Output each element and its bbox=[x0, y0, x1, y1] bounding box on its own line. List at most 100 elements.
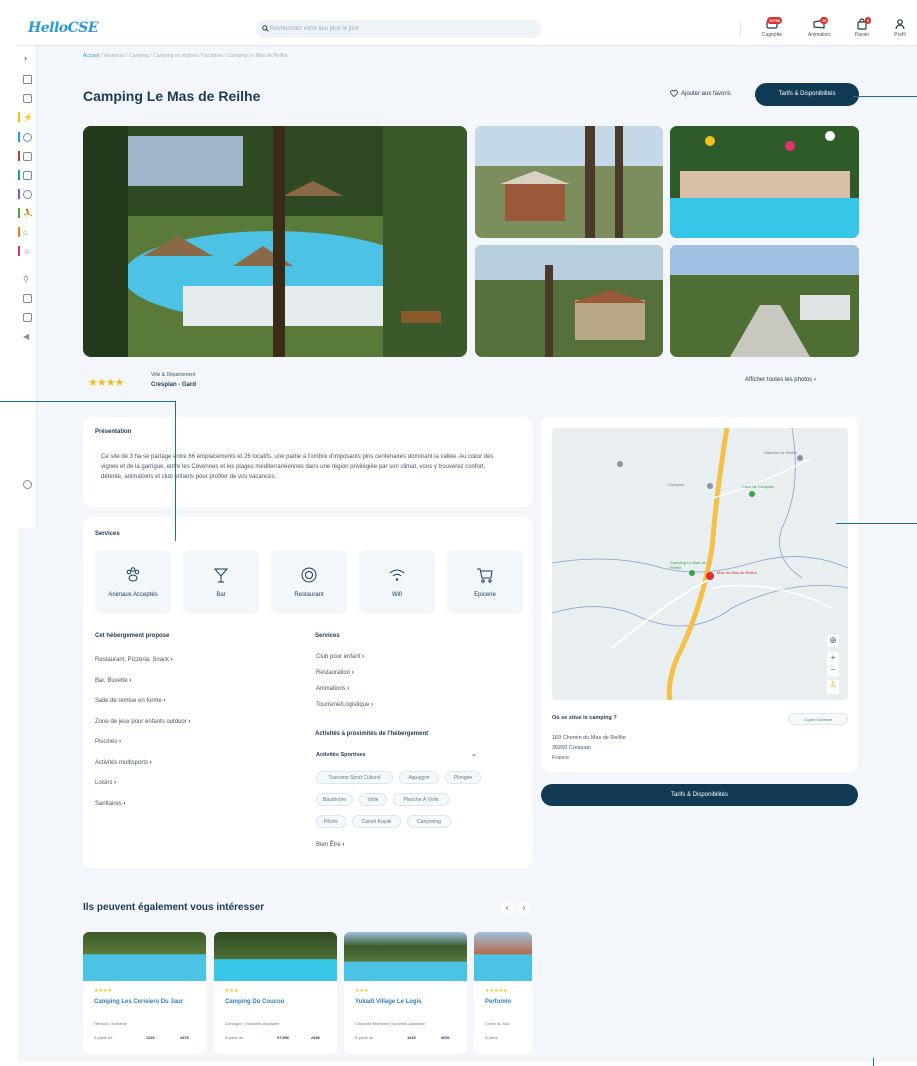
tarifs-button-top[interactable]: Tarifs & Disponibilités bbox=[755, 83, 859, 106]
services-item[interactable]: Restauration bbox=[316, 670, 354, 676]
breadcrumb-item[interactable]: Camping bbox=[129, 53, 149, 59]
hebergement-item[interactable]: Bar, Buvette bbox=[95, 678, 131, 684]
cagnotte-button[interactable]: Cagnotte 1975€ bbox=[755, 16, 789, 38]
profil-button[interactable]: Profil bbox=[883, 16, 917, 38]
card-title: Yukadi Village Le Logis bbox=[355, 999, 422, 1005]
map-poi-label: Hameau de Reilhe bbox=[764, 450, 798, 455]
pool-party-photo bbox=[670, 126, 859, 238]
bank-icon[interactable]: ⌂ bbox=[23, 228, 32, 237]
chevron-right-icon: › bbox=[813, 377, 816, 383]
hebergement-item[interactable]: Loisirs bbox=[95, 780, 116, 786]
carousel-next-button[interactable]: › bbox=[518, 902, 530, 914]
profil-label: Profil bbox=[894, 32, 906, 38]
hebergement-title: Cet hébergement propose bbox=[95, 633, 170, 639]
animation-badge: 10 bbox=[820, 17, 829, 24]
card-title: Perfumin bbox=[485, 999, 512, 1005]
activity-chip: Canyoning bbox=[407, 815, 451, 828]
recommend-card[interactable]: ★★★★ Camping Les Cerisiers Du Jaur Hérau… bbox=[83, 932, 206, 1054]
ticket-icon[interactable] bbox=[23, 94, 32, 103]
logo[interactable]: HelloCSE bbox=[28, 20, 99, 36]
main-photo[interactable] bbox=[83, 126, 467, 357]
hebergement-item[interactable]: Restaurant, Pizzeria, Snack bbox=[95, 657, 173, 663]
activity-chip: Baudrome bbox=[316, 793, 353, 806]
hebergement-item[interactable]: Sanitaires bbox=[95, 801, 125, 807]
sport-accordion-title[interactable]: Activités Sportives bbox=[316, 752, 366, 758]
activity-chip: Planche À Voile bbox=[393, 793, 449, 806]
balloon-icon[interactable] bbox=[23, 133, 32, 142]
presentation-card: Présentation Ce site de 3 ha se partage … bbox=[83, 417, 532, 507]
photo-thumb[interactable] bbox=[475, 245, 663, 357]
chalet-photo bbox=[475, 126, 663, 238]
heart-icon bbox=[670, 90, 678, 98]
sport-icon[interactable]: ⛹ bbox=[23, 209, 33, 218]
pool-photo bbox=[83, 126, 467, 357]
briefcase-icon[interactable] bbox=[23, 294, 32, 303]
zoom-controls[interactable]: + − bbox=[827, 652, 839, 676]
breadcrumb-item[interactable]: Accueil bbox=[83, 53, 99, 59]
family-icon[interactable]: ☺ bbox=[23, 247, 32, 256]
gift-icon[interactable] bbox=[23, 313, 32, 322]
animation-label: Animation bbox=[807, 32, 831, 38]
recommend-card[interactable]: ★★★ Camping Du Coucou Dordogne | Nouvell… bbox=[214, 932, 337, 1054]
tarifs-button-bottom[interactable]: Tarifs & Disponibilités bbox=[541, 784, 858, 806]
map-pin-label: Mas du Mas de Reilhe bbox=[717, 570, 757, 575]
activity-chip: Aquagym bbox=[399, 771, 439, 784]
hebergement-item[interactable]: Zone de jeux pour enfants outdoor bbox=[95, 719, 190, 725]
card-image bbox=[214, 932, 337, 981]
cocktail-icon bbox=[213, 568, 229, 583]
card-location: Charente-Maritime | Nouvelle-Aquitaine bbox=[355, 1021, 425, 1026]
photo-thumb[interactable] bbox=[670, 245, 859, 357]
photo-thumb[interactable] bbox=[475, 126, 663, 238]
cagnotte-label: Cagnotte bbox=[761, 32, 783, 38]
bien-etre-link[interactable]: Bien Être bbox=[316, 842, 344, 848]
search-input[interactable]: Recherchez votre lieu plus le jour bbox=[256, 20, 541, 38]
service-tile: Restaurant bbox=[271, 550, 347, 614]
megaphone-icon[interactable]: ◀ bbox=[23, 332, 32, 341]
divider bbox=[740, 22, 741, 36]
recommend-card[interactable]: ★★★ Yukadi Village Le Logis Charente-Mar… bbox=[344, 932, 467, 1054]
annotation-line bbox=[853, 96, 917, 97]
services-item[interactable]: Club pour enfant bbox=[316, 654, 364, 660]
chevron-down-icon[interactable]: ⌄ bbox=[471, 750, 477, 758]
map[interactable]: Mas du Mas de Reilhe Camping Le Mas de R… bbox=[552, 428, 848, 700]
hebergement-item[interactable]: Piscines bbox=[95, 739, 121, 745]
annotation-line bbox=[175, 401, 176, 541]
services-item[interactable]: Tourisme/Logistique bbox=[316, 702, 373, 708]
animation-button[interactable]: Animation 10 bbox=[802, 16, 836, 38]
building-icon[interactable] bbox=[23, 152, 32, 161]
recommend-card[interactable]: ★★★★★ Perfumin Corse du Sud À partir bbox=[474, 932, 532, 1054]
card-image bbox=[474, 932, 532, 981]
card-price: 161€ bbox=[407, 1035, 416, 1040]
copy-address-button[interactable]: Copier l'adresse bbox=[788, 713, 848, 725]
panier-button[interactable]: Panier 0 bbox=[845, 16, 879, 38]
breadcrumb-item[interactable]: Occitanie bbox=[202, 53, 223, 59]
location-pin-icon[interactable]: ⚲ bbox=[23, 275, 32, 284]
camera-icon[interactable] bbox=[23, 171, 32, 180]
carousel-prev-button[interactable]: ‹ bbox=[501, 902, 513, 914]
breadcrumb-item[interactable]: Camping en régions bbox=[153, 53, 198, 59]
annotation-line bbox=[873, 1058, 874, 1066]
breadcrumb-item[interactable]: Vacances bbox=[103, 53, 125, 59]
photo-thumb[interactable] bbox=[670, 126, 859, 238]
recenter-icon[interactable]: ⊕ bbox=[827, 635, 839, 647]
services-item[interactable]: Animations bbox=[316, 686, 349, 692]
favorite-button[interactable]: Ajouter aux favoris bbox=[670, 90, 731, 98]
rating-stars: ★★★★ bbox=[88, 377, 124, 389]
card-price: 97,90€ bbox=[277, 1035, 290, 1040]
ball-icon[interactable] bbox=[23, 190, 32, 199]
hebergement-item[interactable]: Salle de remise en forme bbox=[95, 698, 165, 704]
address-block: 169 Chemin du Mas de Reilhe 30260 Crespi… bbox=[552, 733, 626, 763]
expand-chevron-icon[interactable]: › bbox=[24, 53, 27, 63]
home-icon[interactable] bbox=[23, 75, 32, 84]
lightning-icon[interactable]: ⚡ bbox=[23, 113, 33, 122]
card-price-row: À partir de 113€ 2876 bbox=[94, 1035, 198, 1040]
search-icon bbox=[262, 25, 269, 32]
settings-icon[interactable] bbox=[23, 480, 32, 489]
hebergement-item[interactable]: Activités multisports bbox=[95, 760, 152, 766]
card-image bbox=[344, 932, 467, 981]
address-line: 30260 Crespian bbox=[552, 745, 591, 751]
all-photos-link[interactable]: Afficher toutes les photos › bbox=[745, 377, 816, 383]
panier-label: Panier bbox=[854, 32, 870, 38]
street-view-icon[interactable]: ♙ bbox=[827, 680, 839, 694]
alley-photo bbox=[670, 245, 859, 357]
